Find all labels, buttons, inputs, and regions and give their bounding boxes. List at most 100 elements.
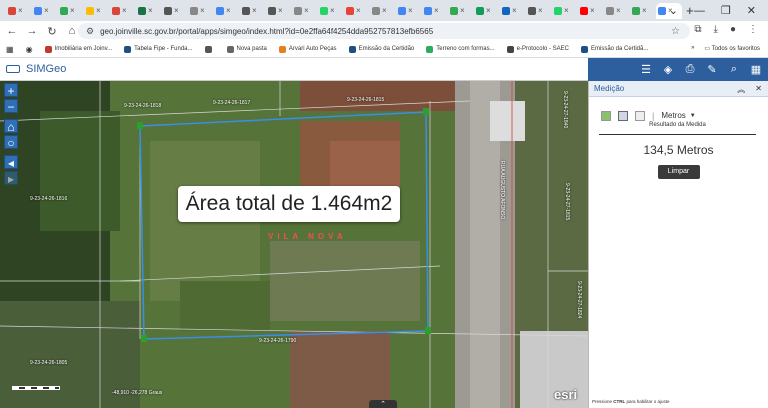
browser-tab[interactable]: ×	[552, 3, 576, 19]
browser-tab[interactable]: ×	[604, 3, 628, 19]
area-label: Área total de 1.464m2	[178, 186, 400, 222]
tab-close-icon[interactable]: ×	[252, 6, 257, 15]
browser-tab[interactable]: ×	[188, 3, 212, 19]
tab-close-icon[interactable]: ×	[330, 6, 335, 15]
distance-tool-icon[interactable]	[618, 110, 628, 121]
bookmark-icon[interactable]: ◉	[26, 45, 33, 54]
browser-tab[interactable]: ×	[214, 3, 238, 19]
restore-icon[interactable]: ❐	[721, 4, 731, 17]
extensions-icon[interactable]: ⧉	[694, 24, 701, 35]
menu-icon[interactable]: ⋮	[748, 24, 758, 35]
browser-tab[interactable]: ×	[370, 3, 394, 19]
site-info-icon[interactable]: ⚙	[86, 26, 94, 37]
tab-close-icon[interactable]: ×	[70, 6, 75, 15]
tab-close-icon[interactable]: ×	[226, 6, 231, 15]
search-icon[interactable]: ⌕	[728, 63, 740, 76]
browser-tab[interactable]: ×	[240, 3, 264, 19]
collapse-icon[interactable]: ︽	[737, 84, 745, 95]
tab-close-icon[interactable]: ×	[18, 6, 23, 15]
unit-select[interactable]: Metros ▼	[661, 111, 695, 120]
apps-icon[interactable]: ▦	[6, 45, 14, 54]
browser-tab[interactable]: ×	[84, 3, 108, 19]
browser-tab[interactable]: ×	[32, 3, 56, 19]
forward-icon[interactable]: →	[24, 25, 40, 37]
browser-tab[interactable]: ×	[422, 3, 446, 19]
tab-close-icon[interactable]: ×	[278, 6, 283, 15]
close-window-icon[interactable]: ✕	[747, 4, 756, 17]
tab-close-icon[interactable]: ×	[44, 6, 49, 15]
list-icon[interactable]: ☰	[640, 63, 652, 76]
bookmark-item[interactable]: Terreno com formas...	[426, 45, 495, 53]
back-icon[interactable]: ←	[4, 25, 20, 37]
map-view[interactable]: + − ⌂ ○ ◂ ▸ 9-23-24-26-1818 9-23-24-26-1…	[0, 81, 588, 408]
tab-close-icon[interactable]: ×	[512, 6, 517, 15]
tab-close-icon[interactable]: ×	[96, 6, 101, 15]
download-icon[interactable]: ⤓	[714, 24, 718, 35]
zoom-out-button[interactable]: −	[4, 99, 18, 114]
tab-close-icon[interactable]: ×	[616, 6, 621, 15]
browser-tab[interactable]: ×	[110, 3, 134, 19]
bookmark-item[interactable]: Imobiliária em Joinv...	[44, 45, 112, 53]
zoom-in-button[interactable]: +	[4, 83, 18, 98]
browser-tab[interactable]: ×	[448, 3, 472, 19]
minimize-icon[interactable]: —	[694, 5, 705, 17]
browser-tab[interactable]: ×	[500, 3, 524, 19]
browser-tab[interactable]: ×	[162, 3, 186, 19]
tab-close-icon[interactable]: ×	[408, 6, 413, 15]
tab-close-icon[interactable]: ×	[382, 6, 387, 15]
browser-tab[interactable]: ×	[58, 3, 82, 19]
grid-menu-icon[interactable]: ▦	[750, 63, 762, 76]
tab-close-icon[interactable]: ×	[590, 6, 595, 15]
browser-tab[interactable]: ×	[474, 3, 498, 19]
home-extent-button[interactable]: ⌂	[4, 119, 18, 134]
collapse-panel-tab[interactable]: ⌃	[369, 400, 397, 408]
unit-value: Metros	[661, 111, 686, 120]
tab-close-icon[interactable]: ×	[642, 6, 647, 15]
browser-tab[interactable]: ×	[292, 3, 316, 19]
bookmark-item[interactable]: e-Protocolo - SAEC	[506, 45, 569, 53]
all-favorites[interactable]: ▭ Todos os favoritos	[704, 45, 760, 52]
previous-extent-button[interactable]: ◂	[4, 155, 18, 170]
bookmark-item[interactable]: Emissão da Certidão	[348, 45, 414, 53]
browser-tab[interactable]: ×	[526, 3, 550, 19]
tab-close-icon[interactable]: ×	[460, 6, 465, 15]
tab-search-icon[interactable]: ⌄	[669, 4, 678, 17]
more-bookmarks-icon[interactable]: »	[691, 45, 694, 52]
browser-tab[interactable]: ×	[318, 3, 342, 19]
url-field[interactable]: ⚙ geo.joinville.sc.gov.br/portal/apps/si…	[78, 23, 690, 39]
close-icon[interactable]: ✕	[755, 84, 762, 95]
clear-button[interactable]: Limpar	[657, 165, 700, 179]
area-tool-icon[interactable]	[601, 110, 611, 121]
tab-close-icon[interactable]: ×	[356, 6, 361, 15]
browser-tab[interactable]: ×	[396, 3, 420, 19]
tab-close-icon[interactable]: ×	[304, 6, 309, 15]
location-tool-icon[interactable]	[635, 110, 645, 121]
reload-icon[interactable]: ↻	[44, 25, 60, 38]
browser-tab[interactable]: ×	[6, 3, 30, 19]
next-extent-button[interactable]: ▸	[4, 171, 18, 186]
bookmark-item[interactable]: Tabela Fipe - Funda...	[124, 45, 193, 53]
tab-close-icon[interactable]: ×	[174, 6, 179, 15]
browser-tab[interactable]: ×	[136, 3, 160, 19]
measure-icon[interactable]: ✎	[706, 63, 718, 76]
tab-close-icon[interactable]: ×	[538, 6, 543, 15]
tab-close-icon[interactable]: ×	[200, 6, 205, 15]
bookmark-item[interactable]: Nova pasta	[226, 45, 267, 53]
browser-tab[interactable]: ×	[578, 3, 602, 19]
print-icon[interactable]: ⎙	[684, 63, 696, 76]
tab-close-icon[interactable]: ×	[486, 6, 491, 15]
bookmark-star-icon[interactable]: ☆	[671, 26, 680, 37]
bookmark-item[interactable]: Emissão da Certidã...	[580, 45, 648, 53]
bookmark-item[interactable]: Arvari Auto Peças	[278, 45, 337, 53]
bookmark-item[interactable]	[204, 45, 215, 53]
browser-tab[interactable]: ×	[344, 3, 368, 19]
locate-button[interactable]: ○	[4, 135, 18, 150]
tab-close-icon[interactable]: ×	[122, 6, 127, 15]
browser-tab[interactable]: ×	[630, 3, 654, 19]
profile-icon[interactable]: ●	[730, 24, 736, 35]
browser-tab[interactable]: ×	[266, 3, 290, 19]
tab-close-icon[interactable]: ×	[148, 6, 153, 15]
tab-close-icon[interactable]: ×	[434, 6, 439, 15]
layers-icon[interactable]: ◈	[662, 63, 674, 76]
tab-close-icon[interactable]: ×	[564, 6, 569, 15]
